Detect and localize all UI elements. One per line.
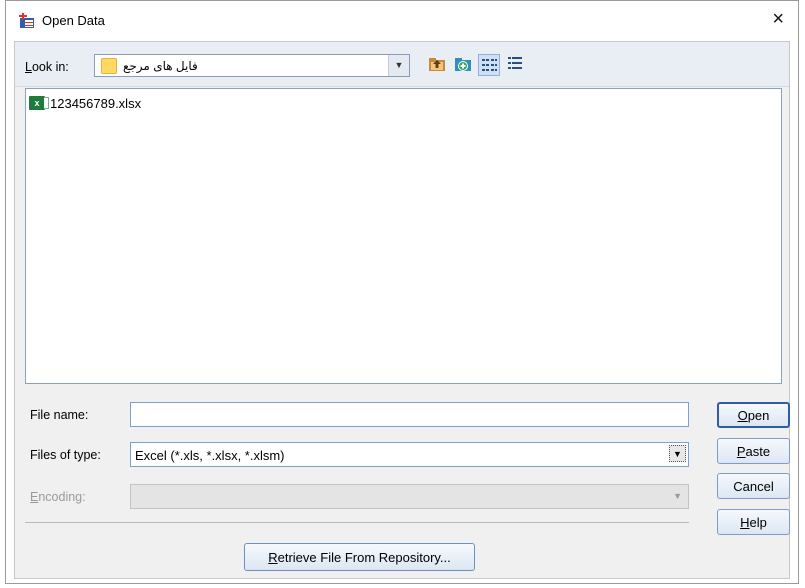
divider [25,522,689,523]
encoding-label: Encoding: [30,490,86,504]
list-view-button[interactable] [478,54,500,76]
look-in-dropdown[interactable]: فایل های مرجع ▼ [94,54,410,77]
open-button[interactable]: Open [717,402,790,428]
chevron-down-icon[interactable]: ▼ [669,445,686,462]
title-bar: Open Data × [6,1,798,41]
look-in-toolbar: Look in: فایل های مرجع ▼ [15,42,789,87]
file-name-text: 123456789.xlsx [50,95,142,111]
details-view-button[interactable] [504,54,526,76]
files-of-type-value: Excel (*.xls, *.xlsx, *.xlsm) [135,448,285,463]
look-in-label: Look in: [25,60,69,74]
spss-app-icon [19,13,34,28]
look-in-value: فایل های مرجع [123,59,198,73]
open-data-dialog: Open Data × Look in: فایل های مرجع ▼ x 1… [5,0,799,584]
files-of-type-dropdown[interactable]: Excel (*.xls, *.xlsx, *.xlsm) ▼ [130,442,689,467]
files-of-type-label: Files of type: [30,448,101,462]
cancel-button[interactable]: Cancel [717,473,790,499]
list-view-icon [482,59,497,71]
up-folder-button[interactable] [426,54,448,76]
file-list[interactable]: x 123456789.xlsx [25,88,782,384]
window-title: Open Data [42,13,105,28]
details-view-icon [508,57,522,69]
chevron-down-icon[interactable]: ▼ [388,55,409,76]
folder-icon [101,58,117,74]
list-item[interactable]: x 123456789.xlsx [29,94,141,112]
file-name-input[interactable] [130,402,689,427]
new-folder-button[interactable] [452,54,474,76]
dialog-body: Look in: فایل های مرجع ▼ x 123456789.xls… [14,41,790,579]
file-name-label: File name: [30,408,89,422]
help-button[interactable]: Help [717,509,790,535]
up-folder-icon [429,58,445,71]
excel-file-icon: x [29,96,49,110]
new-folder-icon [455,58,471,71]
retrieve-from-repository-button[interactable]: Retrieve File From Repository... [244,543,475,571]
paste-button[interactable]: Paste [717,438,790,464]
close-icon[interactable]: × [772,9,784,29]
chevron-down-icon: ▼ [673,491,682,501]
encoding-dropdown: ▼ [130,484,689,509]
